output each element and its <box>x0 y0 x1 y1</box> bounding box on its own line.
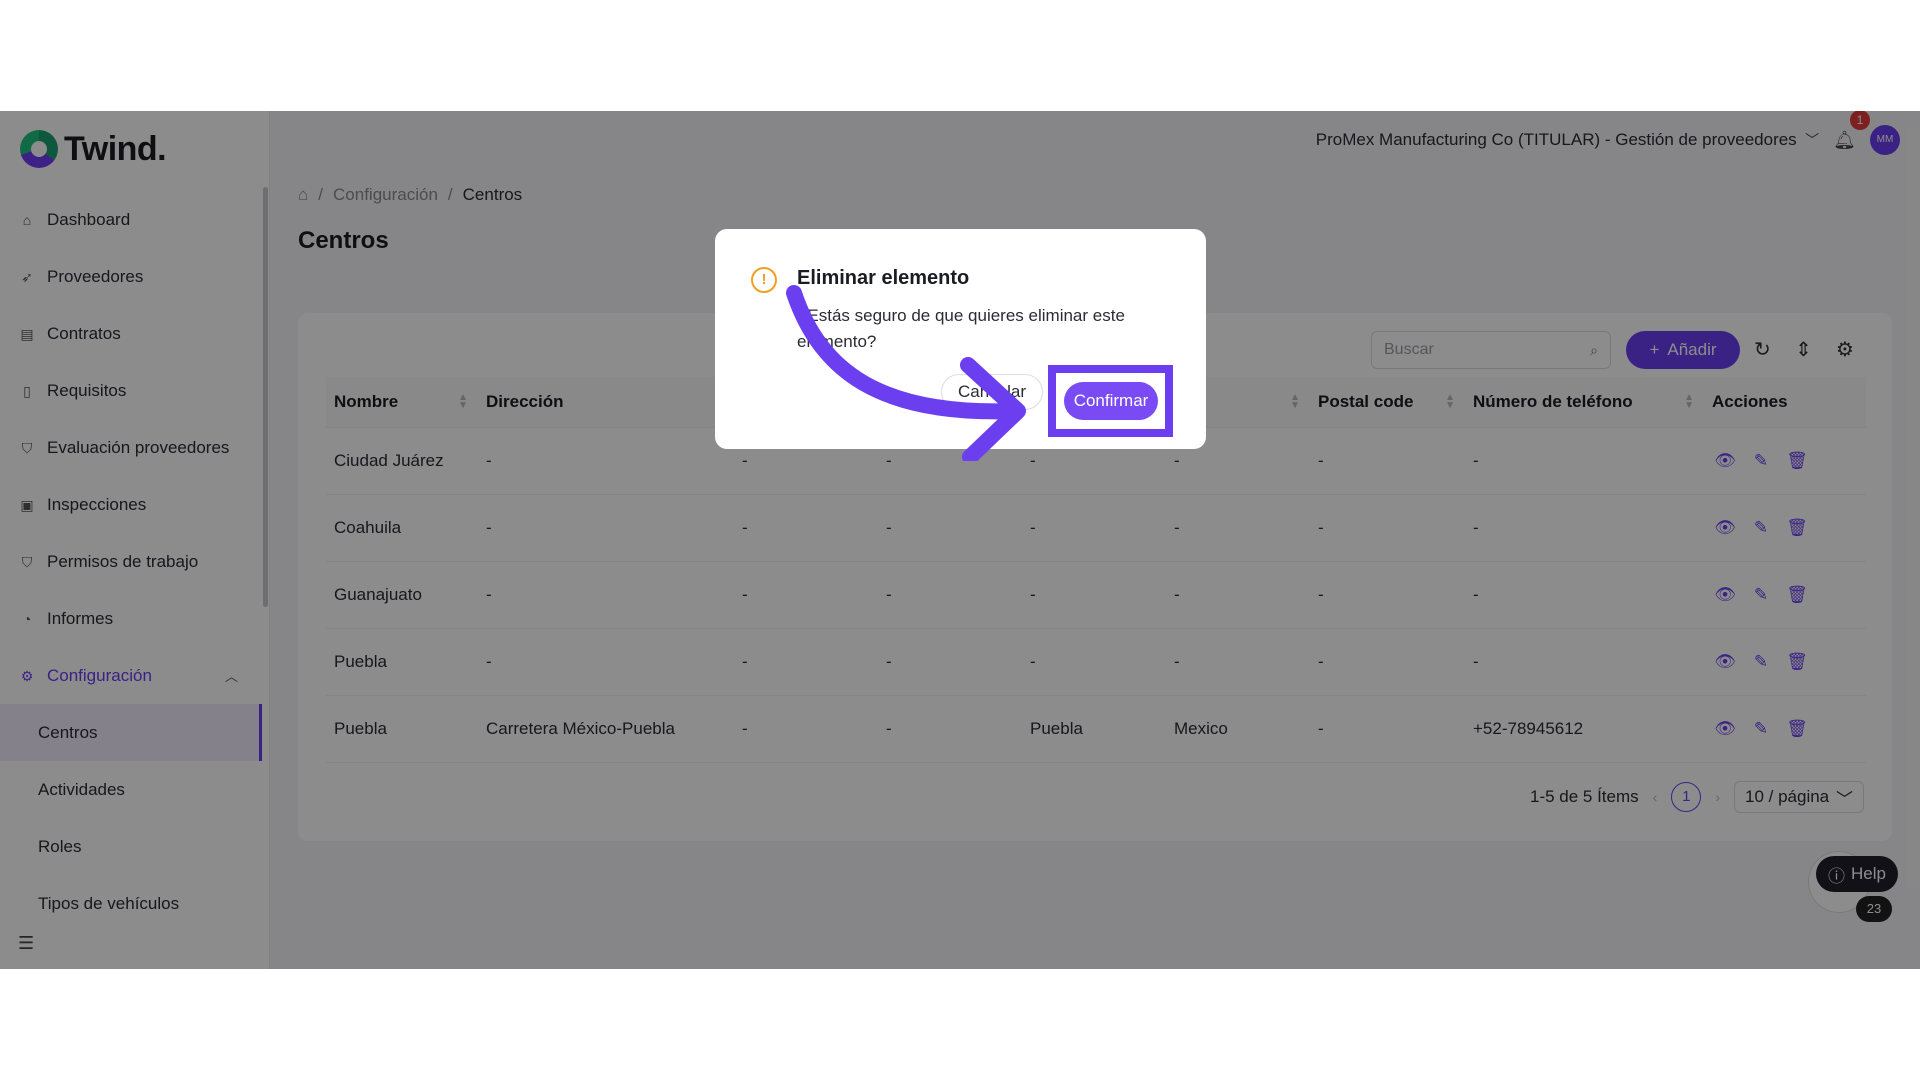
tutorial-arrow-icon <box>786 285 1026 461</box>
confirm-button[interactable]: Confirmar <box>1064 382 1158 420</box>
app-stage: Twind. ⌂ Dashboard ➶ Proveedores ▤ Contr… <box>0 111 1920 969</box>
confirm-highlight-box: Confirmar <box>1048 365 1173 437</box>
